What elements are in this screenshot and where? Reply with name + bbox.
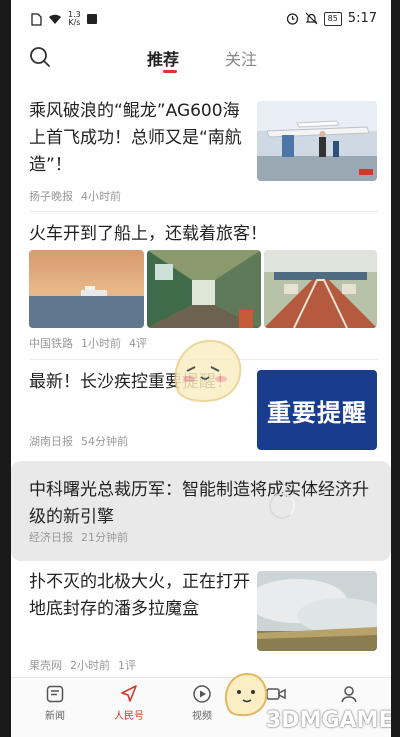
notification-icon xyxy=(86,14,97,24)
top-nav: 推荐 关注 xyxy=(11,36,391,80)
alert-thumbnail-text: 重要提醒 xyxy=(267,398,367,427)
feed-item-title[interactable]: 扑不灭的北极大火，正在打开地底封存的潘多拉魔盒 xyxy=(29,569,251,623)
feed-item-title[interactable]: 中科曙光总裁历军：智能制造将成实体经济升级的新引擎 xyxy=(29,477,379,531)
active-tab-indicator xyxy=(163,70,177,73)
train-interior-thumbnail[interactable] xyxy=(147,250,261,328)
feed-item-source: 果壳网 xyxy=(29,659,62,672)
watermark-logo xyxy=(224,672,268,717)
feed-item-source: 经济日报 xyxy=(29,531,73,544)
battery-indicator: 85 xyxy=(323,11,342,26)
nav-me[interactable] xyxy=(319,684,379,707)
feed-item[interactable]: 中科曙光总裁历军：智能制造将成实体经济升级的新引擎 经济日报 21分钟前 xyxy=(29,477,379,544)
news-icon xyxy=(46,685,64,703)
mute-icon xyxy=(305,12,318,25)
network-speed: 1.3 K/s xyxy=(68,11,81,27)
status-right: 85 5:17 xyxy=(286,11,377,26)
feed-item-time: 54分钟前 xyxy=(81,435,128,448)
clock: 5:17 xyxy=(347,11,377,26)
feed-divider xyxy=(29,211,379,212)
user-icon xyxy=(341,686,357,703)
feed-item-meta: 果壳网 2小时前 1评 xyxy=(29,657,136,673)
feed-item-source: 扬子晚报 xyxy=(29,190,73,203)
railway-thumbnail[interactable] xyxy=(264,250,377,328)
feed-item-time: 4小时前 xyxy=(81,190,121,203)
watermark: 3DMGAME xyxy=(266,708,391,733)
alert-thumbnail[interactable]: 重要提醒 xyxy=(257,370,377,450)
nav-people-label: 人民号 xyxy=(114,711,144,722)
alarm-icon xyxy=(286,13,298,25)
feed-item-meta: 湖南日报 54分钟前 xyxy=(29,433,128,449)
feed-item-time: 1小时前 xyxy=(81,337,121,350)
feed-item-source: 中国铁路 xyxy=(29,337,73,350)
feed-item-title[interactable]: 乘风破浪的“鲲龙”AG600海上首飞成功！总师又是“南航造”！ xyxy=(29,98,251,179)
feed-item-meta: 经济日报 21分钟前 xyxy=(29,529,128,545)
nav-news-label: 新闻 xyxy=(45,711,65,722)
feed-item-meta: 扬子晚报 4小时前 xyxy=(29,188,121,204)
nav-people[interactable]: 人民号 xyxy=(99,684,159,722)
play-icon xyxy=(193,685,211,703)
status-left: 1.3 K/s xyxy=(31,11,97,27)
wifi-icon xyxy=(49,14,61,24)
wildfire-thumbnail[interactable] xyxy=(257,571,377,651)
app-screen: 1.3 K/s 85 5:17 推荐 关注 乘风破浪的“鲲龙”AG600海上首飞… xyxy=(11,0,391,737)
nav-video-label: 视频 xyxy=(192,711,212,722)
search-icon[interactable] xyxy=(29,46,51,68)
feed-item-comments: 4评 xyxy=(129,337,147,350)
feed-item[interactable]: 火车开到了船上，还载着旅客！ 中国铁路 1小时前 4评 xyxy=(29,221,379,350)
mascot-overlay xyxy=(174,339,242,403)
feed-item-comments: 1评 xyxy=(118,659,136,672)
send-icon xyxy=(121,685,137,702)
feed-item-meta: 中国铁路 1小时前 4评 xyxy=(29,335,147,351)
feed-item-source: 湖南日报 xyxy=(29,435,73,448)
feed-item-title[interactable]: 火车开到了船上，还载着旅客！ xyxy=(29,221,379,248)
network-speed-unit: K/s xyxy=(68,18,81,27)
tab-recommend[interactable]: 推荐 xyxy=(147,46,179,70)
feed-item-time: 2小时前 xyxy=(70,659,110,672)
tab-follow[interactable]: 关注 xyxy=(225,46,257,70)
sim-card-icon xyxy=(31,12,42,26)
status-bar: 1.3 K/s 85 5:17 xyxy=(11,0,391,36)
sea-ship-thumbnail[interactable] xyxy=(29,250,144,328)
aircraft-thumbnail[interactable] xyxy=(257,101,377,181)
touch-ripple-indicator xyxy=(269,493,295,519)
nav-news[interactable]: 新闻 xyxy=(25,684,85,722)
feed-item-time: 21分钟前 xyxy=(81,531,128,544)
